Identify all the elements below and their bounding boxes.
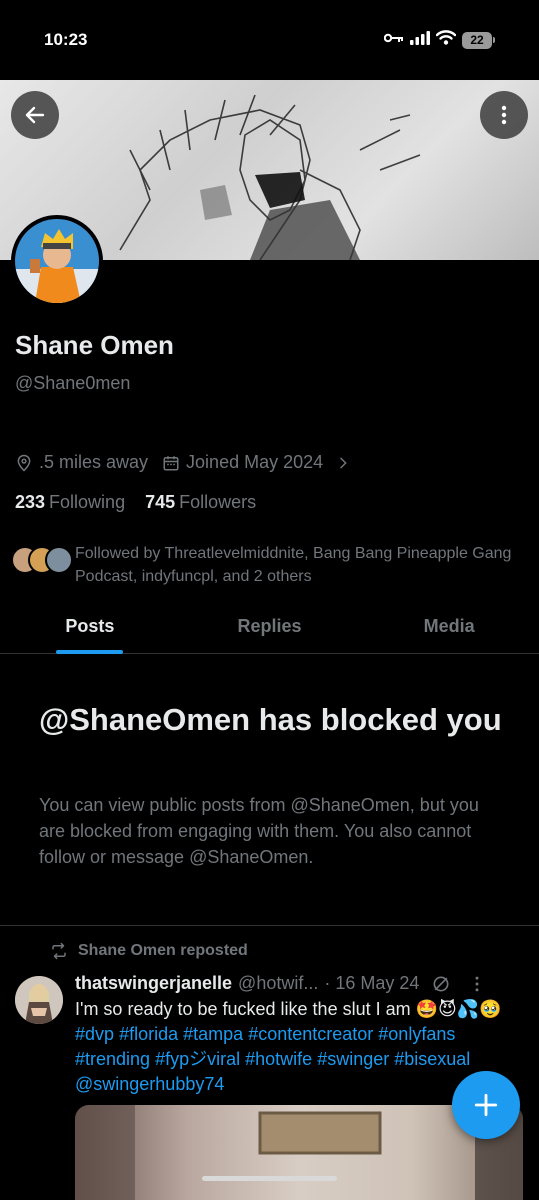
profile-name: Shane Omen <box>15 330 174 360</box>
status-time: 10:23 <box>44 30 88 49</box>
followers-link[interactable]: 745 Followers <box>145 492 256 513</box>
hashtag-link[interactable]: #tampa <box>183 1024 243 1044</box>
profile-meta: .5 miles away Joined May 2024 <box>15 452 365 473</box>
arrow-left-icon <box>25 106 45 124</box>
repost-indicator[interactable]: Shane Omen reposted <box>50 942 248 960</box>
tab-media[interactable]: Media <box>359 600 539 653</box>
post-text-start: I'm so ready to be fucked like the slut … <box>75 999 502 1019</box>
divider <box>0 925 539 926</box>
hashtag-link[interactable]: #florida <box>119 1024 178 1044</box>
followers-count: 745 <box>145 492 176 512</box>
following-count: 233 <box>15 492 46 512</box>
blocked-title: @ShaneOmen has blocked you <box>39 702 502 737</box>
avatar <box>45 546 73 574</box>
status-bar: 10:23 22 <box>0 0 539 80</box>
battery-icon: 22 <box>462 31 495 49</box>
chevron-right-icon <box>340 457 347 468</box>
mention-link[interactable]: @swingerhubby74 <box>75 1074 224 1094</box>
more-vertical-icon <box>501 105 507 125</box>
blocked-description: You can view public posts from @ShaneOme… <box>39 795 479 867</box>
profile-avatar[interactable] <box>11 215 103 307</box>
post-author-handle[interactable]: @hotwif... <box>238 973 318 994</box>
active-tab-indicator <box>56 650 123 654</box>
post-author-name[interactable]: thatswingerjanelle <box>75 973 232 994</box>
hashtag-link[interactable]: #bisexual <box>394 1049 470 1069</box>
vpn-key-icon <box>383 31 404 49</box>
post-text: I'm so ready to be fucked like the slut … <box>75 997 515 1097</box>
hashtag-link[interactable]: #onlyfans <box>378 1024 455 1044</box>
compose-post-button[interactable] <box>452 1071 520 1139</box>
joined-item[interactable]: Joined May 2024 <box>162 452 351 473</box>
more-options-button[interactable] <box>480 91 528 139</box>
location-text: .5 miles away <box>39 452 149 472</box>
post-more-icon[interactable] <box>467 974 487 994</box>
followed-by-avatars <box>11 542 75 576</box>
following-label: Following <box>49 492 126 512</box>
hashtag-link[interactable]: #trending <box>75 1049 150 1069</box>
post-date[interactable]: · 16 May 24 <box>324 973 419 994</box>
plus-icon <box>474 1093 498 1117</box>
wifi-icon <box>435 30 457 50</box>
calendar-icon <box>163 455 179 470</box>
profile-tabs: Posts Replies Media <box>0 600 539 654</box>
battery-level: 22 <box>462 31 492 49</box>
location-pin-icon <box>17 454 31 472</box>
location-item: .5 miles away <box>15 452 148 473</box>
hashtag-link[interactable]: #fypジviral <box>155 1049 240 1069</box>
post-header: thatswingerjanelle @hotwif... · 16 May 2… <box>75 973 525 994</box>
back-button[interactable] <box>11 91 59 139</box>
profile-handle: @Shane0men <box>15 373 131 393</box>
following-link[interactable]: 233 Following <box>15 492 125 513</box>
follow-stats: 233 Following 745 Followers <box>15 492 256 513</box>
status-icons: 22 <box>383 30 495 50</box>
home-indicator[interactable] <box>202 1176 337 1181</box>
joined-text: Joined May 2024 <box>186 452 324 472</box>
followers-label: Followers <box>179 492 257 512</box>
hashtag-link[interactable]: #swinger <box>317 1049 389 1069</box>
tab-replies[interactable]: Replies <box>180 600 360 653</box>
followed-by-text: Followed by Threatlevelmiddnite, Bang Ba… <box>75 545 512 585</box>
hashtag-link[interactable]: #hotwife <box>245 1049 312 1069</box>
tab-posts[interactable]: Posts <box>0 600 180 654</box>
signal-icon <box>410 30 430 50</box>
no-replies-icon <box>433 976 449 991</box>
repost-label: Shane Omen reposted <box>78 942 248 959</box>
repost-icon <box>52 942 66 960</box>
post-author-avatar[interactable] <box>15 976 63 1024</box>
followed-by[interactable]: Followed by Threatlevelmiddnite, Bang Ba… <box>11 542 531 588</box>
hashtag-link[interactable]: #contentcreator <box>248 1024 373 1044</box>
hashtag-link[interactable]: #dvp <box>75 1024 114 1044</box>
